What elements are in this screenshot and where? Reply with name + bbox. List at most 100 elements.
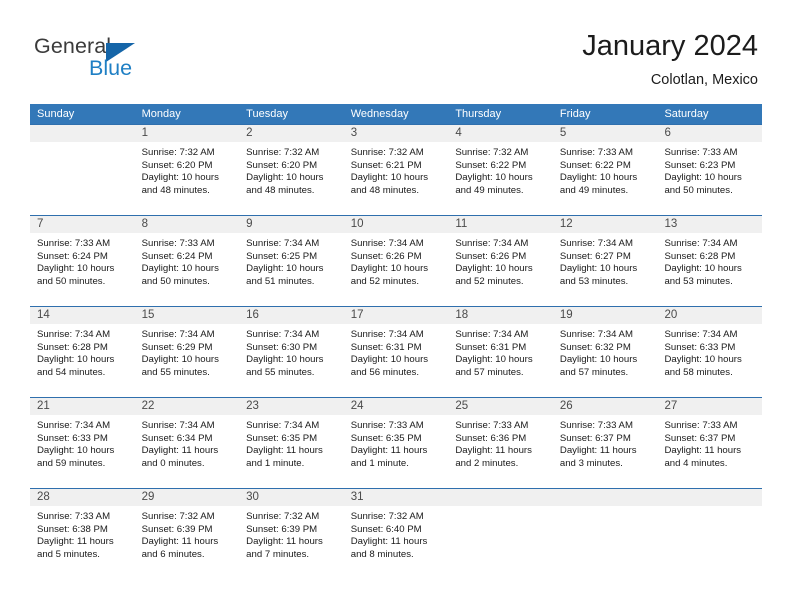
day-cell[interactable]: 30 Sunrise: 7:32 AM Sunset: 6:39 PM Dayl… <box>239 489 344 579</box>
sunrise-text: Sunrise: 7:34 AM <box>246 420 320 431</box>
day-details: Sunrise: 7:34 AM Sunset: 6:32 PM Dayligh… <box>553 324 658 379</box>
daylight-text-line1: Daylight: 10 hours <box>664 354 742 366</box>
day-cell[interactable]: 14 Sunrise: 7:34 AM Sunset: 6:28 PM Dayl… <box>30 307 135 397</box>
daylight-text-line2: and 59 minutes. <box>37 457 106 469</box>
day-cell[interactable]: 17 Sunrise: 7:34 AM Sunset: 6:31 PM Dayl… <box>343 307 449 397</box>
daylight-text-line1: Daylight: 11 hours <box>664 445 742 457</box>
daylight-text-line1: Daylight: 10 hours <box>559 172 638 184</box>
day-details: Sunrise: 7:32 AM Sunset: 6:21 PM Dayligh… <box>344 142 449 197</box>
sunset-text: Sunset: 6:35 PM <box>350 432 422 444</box>
sunrise-text: Sunrise: 7:34 AM <box>141 329 215 340</box>
daylight-text-line1: Daylight: 11 hours <box>455 445 532 457</box>
day-cell[interactable]: 5 Sunrise: 7:33 AM Sunset: 6:22 PM Dayli… <box>552 125 658 215</box>
daylight-text-line1: Daylight: 10 hours <box>664 172 742 184</box>
daylight-text-line2: and 54 minutes. <box>37 366 106 378</box>
daylight-text-line2: and 0 minutes. <box>141 457 205 469</box>
weekday-header-sunday: Sunday <box>37 108 75 120</box>
day-cell[interactable]: 26 Sunrise: 7:33 AM Sunset: 6:37 PM Dayl… <box>552 398 658 488</box>
day-cell[interactable] <box>552 489 658 579</box>
day-cell[interactable]: 29 Sunrise: 7:32 AM Sunset: 6:39 PM Dayl… <box>134 489 240 579</box>
day-number: 12 <box>552 216 658 233</box>
day-cell[interactable]: 20 Sunrise: 7:34 AM Sunset: 6:33 PM Dayl… <box>657 307 763 397</box>
day-cell[interactable]: 1 Sunrise: 7:32 AM Sunset: 6:20 PM Dayli… <box>134 125 240 215</box>
sunset-text: Sunset: 6:23 PM <box>664 159 736 171</box>
sunset-text: Sunset: 6:37 PM <box>559 432 631 444</box>
sunrise-text: Sunrise: 7:34 AM <box>664 329 738 340</box>
sunrise-text: Sunrise: 7:33 AM <box>37 511 111 522</box>
day-cell[interactable]: 4 Sunrise: 7:32 AM Sunset: 6:22 PM Dayli… <box>448 125 553 215</box>
day-details: Sunrise: 7:33 AM Sunset: 6:36 PM Dayligh… <box>448 415 553 470</box>
day-details: Sunrise: 7:32 AM Sunset: 6:39 PM Dayligh… <box>135 506 240 561</box>
daylight-text-line2: and 48 minutes. <box>350 184 420 196</box>
day-details: Sunrise: 7:34 AM Sunset: 6:25 PM Dayligh… <box>239 233 344 288</box>
day-cell[interactable]: 8 Sunrise: 7:33 AM Sunset: 6:24 PM Dayli… <box>134 216 240 306</box>
day-cell[interactable]: 16 Sunrise: 7:34 AM Sunset: 6:30 PM Dayl… <box>239 307 344 397</box>
sunrise-text: Sunrise: 7:34 AM <box>350 329 424 340</box>
daylight-text-line2: and 57 minutes. <box>455 366 524 378</box>
sunset-text: Sunset: 6:35 PM <box>246 432 318 444</box>
daylight-text-line1: Daylight: 11 hours <box>246 536 323 548</box>
day-cell[interactable] <box>448 489 553 579</box>
sunrise-text: Sunrise: 7:33 AM <box>559 147 633 158</box>
daylight-text-line1: Daylight: 10 hours <box>246 263 324 275</box>
day-cell[interactable]: 7 Sunrise: 7:33 AM Sunset: 6:24 PM Dayli… <box>30 216 135 306</box>
day-number: 8 <box>134 216 240 233</box>
day-cell[interactable]: 24 Sunrise: 7:33 AM Sunset: 6:35 PM Dayl… <box>343 398 449 488</box>
day-details: Sunrise: 7:33 AM Sunset: 6:23 PM Dayligh… <box>657 142 762 197</box>
daylight-text-line2: and 5 minutes. <box>37 548 100 560</box>
sunset-text: Sunset: 6:28 PM <box>37 341 108 353</box>
day-cell[interactable]: 27 Sunrise: 7:33 AM Sunset: 6:37 PM Dayl… <box>657 398 763 488</box>
day-cell[interactable]: 6 Sunrise: 7:33 AM Sunset: 6:23 PM Dayli… <box>657 125 763 215</box>
day-cell[interactable]: 12 Sunrise: 7:34 AM Sunset: 6:27 PM Dayl… <box>552 216 658 306</box>
sunset-text: Sunset: 6:22 PM <box>559 159 631 171</box>
day-number: 19 <box>552 307 658 324</box>
weekday-header-tuesday: Tuesday <box>246 108 288 120</box>
daylight-text-line1: Daylight: 10 hours <box>141 172 219 184</box>
daylight-text-line2: and 53 minutes. <box>664 275 733 287</box>
weekday-header-thursday: Thursday <box>455 108 502 120</box>
sunrise-text: Sunrise: 7:34 AM <box>37 329 111 340</box>
sunrise-text: Sunrise: 7:33 AM <box>664 147 738 158</box>
general-blue-logo[interactable]: General Blue <box>34 34 254 86</box>
sunset-text: Sunset: 6:29 PM <box>141 341 213 353</box>
day-number: 22 <box>134 398 240 415</box>
day-number <box>448 489 553 506</box>
daylight-text-line2: and 6 minutes. <box>141 548 205 560</box>
weekday-header-row: Sunday Monday Tuesday Wednesday Thursday… <box>30 104 762 124</box>
day-cell[interactable]: 25 Sunrise: 7:33 AM Sunset: 6:36 PM Dayl… <box>448 398 553 488</box>
day-details: Sunrise: 7:33 AM Sunset: 6:37 PM Dayligh… <box>657 415 762 470</box>
day-cell[interactable]: 23 Sunrise: 7:34 AM Sunset: 6:35 PM Dayl… <box>239 398 344 488</box>
daylight-text-line1: Daylight: 10 hours <box>37 445 115 457</box>
day-number: 15 <box>134 307 240 324</box>
daylight-text-line1: Daylight: 11 hours <box>350 536 428 548</box>
sunset-text: Sunset: 6:30 PM <box>246 341 318 353</box>
daylight-text-line2: and 8 minutes. <box>350 548 414 560</box>
day-number: 20 <box>657 307 763 324</box>
daylight-text-line1: Daylight: 11 hours <box>141 445 219 457</box>
day-cell[interactable]: 9 Sunrise: 7:34 AM Sunset: 6:25 PM Dayli… <box>239 216 344 306</box>
day-cell[interactable]: 22 Sunrise: 7:34 AM Sunset: 6:34 PM Dayl… <box>134 398 240 488</box>
day-cell[interactable]: 21 Sunrise: 7:34 AM Sunset: 6:33 PM Dayl… <box>30 398 135 488</box>
day-cell[interactable]: 3 Sunrise: 7:32 AM Sunset: 6:21 PM Dayli… <box>343 125 449 215</box>
day-cell[interactable]: 2 Sunrise: 7:32 AM Sunset: 6:20 PM Dayli… <box>239 125 344 215</box>
day-cell[interactable]: 28 Sunrise: 7:33 AM Sunset: 6:38 PM Dayl… <box>30 489 135 579</box>
day-cell[interactable]: 31 Sunrise: 7:32 AM Sunset: 6:40 PM Dayl… <box>343 489 449 579</box>
sunset-text: Sunset: 6:33 PM <box>37 432 108 444</box>
day-cell[interactable]: 10 Sunrise: 7:34 AM Sunset: 6:26 PM Dayl… <box>343 216 449 306</box>
sunrise-text: Sunrise: 7:33 AM <box>455 420 529 431</box>
day-number: 13 <box>657 216 763 233</box>
day-cell[interactable]: 11 Sunrise: 7:34 AM Sunset: 6:26 PM Dayl… <box>448 216 553 306</box>
day-cell[interactable]: 13 Sunrise: 7:34 AM Sunset: 6:28 PM Dayl… <box>657 216 763 306</box>
day-cell[interactable] <box>30 125 135 215</box>
day-details: Sunrise: 7:34 AM Sunset: 6:26 PM Dayligh… <box>344 233 449 288</box>
day-number: 9 <box>239 216 344 233</box>
day-number: 23 <box>239 398 344 415</box>
day-cell[interactable]: 19 Sunrise: 7:34 AM Sunset: 6:32 PM Dayl… <box>552 307 658 397</box>
day-cell[interactable]: 18 Sunrise: 7:34 AM Sunset: 6:31 PM Dayl… <box>448 307 553 397</box>
day-cell[interactable]: 15 Sunrise: 7:34 AM Sunset: 6:29 PM Dayl… <box>134 307 240 397</box>
sunset-text: Sunset: 6:32 PM <box>559 341 631 353</box>
sunrise-text: Sunrise: 7:34 AM <box>141 420 215 431</box>
day-details <box>448 506 553 511</box>
daylight-text-line2: and 3 minutes. <box>559 457 623 469</box>
day-cell[interactable] <box>657 489 763 579</box>
